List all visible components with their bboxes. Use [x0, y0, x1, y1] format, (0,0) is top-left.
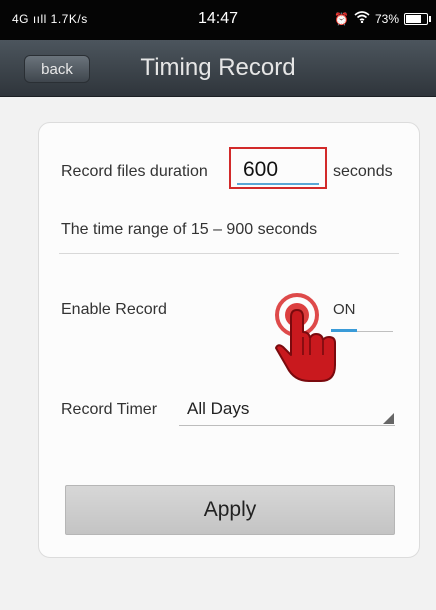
- battery-percent: 73%: [374, 11, 399, 26]
- app-header: back Timing Record: [0, 40, 436, 97]
- time-range-hint: The time range of 15 – 900 seconds: [61, 221, 318, 238]
- status-bar: 4G ııll 1.7K/s 14:47 ⏰ 73%: [0, 0, 436, 40]
- record-timer-select[interactable]: All Days: [179, 399, 397, 423]
- wifi-icon: [354, 11, 370, 26]
- enable-record-label: Enable Record: [61, 301, 167, 318]
- divider: [59, 253, 399, 254]
- battery-icon: [404, 12, 431, 25]
- duration-label: Record files duration: [61, 163, 208, 180]
- apply-button[interactable]: Apply: [65, 485, 395, 535]
- dropdown-arrow-icon: [383, 413, 394, 424]
- alarm-icon: ⏰: [334, 11, 349, 26]
- tap-hand-icon: [275, 293, 336, 382]
- status-icons: ⏰ 73%: [334, 11, 431, 26]
- duration-input-underline: [237, 183, 319, 185]
- duration-unit: seconds: [333, 163, 393, 180]
- select-underline: [179, 425, 395, 426]
- page-title: Timing Record: [140, 54, 296, 81]
- record-timer-label: Record Timer: [61, 401, 158, 418]
- timing-record-form: Record files duration seconds The time r…: [38, 122, 420, 558]
